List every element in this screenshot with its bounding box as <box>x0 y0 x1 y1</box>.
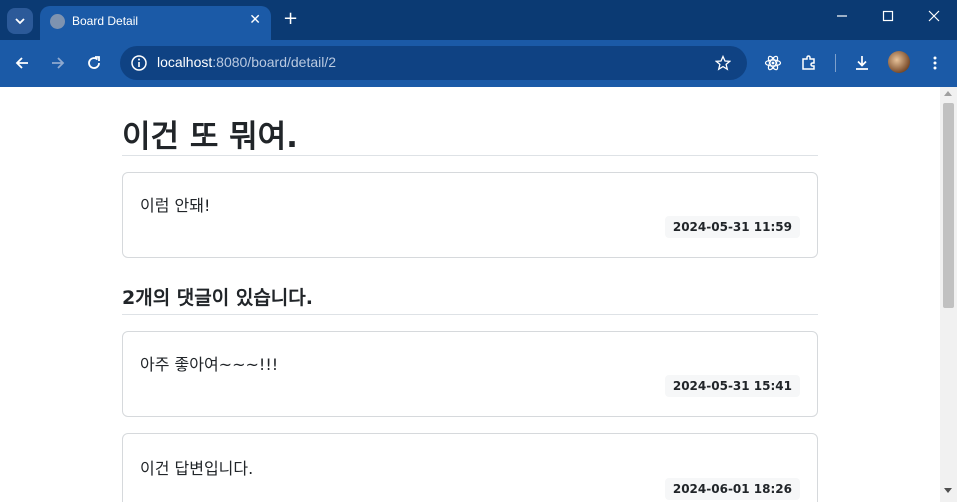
board-title: 이건 또 뭐여. <box>122 119 298 155</box>
arrow-right-icon <box>52 57 65 69</box>
window-close-button[interactable] <box>924 10 944 26</box>
react-devtools-button[interactable] <box>762 52 784 74</box>
tab-search-button[interactable] <box>7 8 33 34</box>
maximize-icon <box>882 10 894 22</box>
bookmark-button[interactable] <box>712 52 734 74</box>
comment-text: 이건 답변입니다. <box>140 459 254 478</box>
arrow-left-icon <box>15 57 28 69</box>
minimize-button[interactable] <box>832 10 852 26</box>
minimize-icon <box>837 15 847 17</box>
globe-icon <box>50 14 65 29</box>
scroll-down-arrow-icon[interactable] <box>944 488 952 493</box>
close-tab-icon[interactable]: ✕ <box>249 12 261 28</box>
back-button[interactable] <box>11 52 33 74</box>
react-icon <box>764 55 782 71</box>
new-tab-button[interactable]: + <box>283 10 298 28</box>
vertical-scrollbar[interactable] <box>940 87 957 502</box>
comments-count-heading: 2개의 댓글이 있습니다. <box>122 287 313 309</box>
tab-strip: Board Detail ✕ + <box>0 0 957 40</box>
comment-text: 아주 좋아여~~~!!! <box>140 355 279 374</box>
comment-card: 이건 답변입니다. 2024-06-01 18:26 <box>122 433 818 502</box>
forward-button[interactable] <box>47 52 69 74</box>
maximize-button[interactable] <box>878 10 898 26</box>
download-icon <box>856 56 868 70</box>
reload-icon <box>88 56 100 69</box>
extensions-button[interactable] <box>798 52 820 74</box>
more-vertical-icon <box>933 56 937 70</box>
comment-date-badge: 2024-05-31 15:41 <box>664 375 800 397</box>
reload-button[interactable] <box>83 52 105 74</box>
url-path: :8080/board/detail/2 <box>212 54 337 70</box>
comment-date-badge: 2024-06-01 18:26 <box>664 478 800 500</box>
browser-tab[interactable]: Board Detail ✕ <box>40 6 271 40</box>
browser-toolbar: localhost:8080/board/detail/2 <box>0 40 957 87</box>
board-date-badge: 2024-05-31 11:59 <box>664 216 800 238</box>
title-divider <box>122 155 818 156</box>
toolbar-separator <box>835 54 836 72</box>
address-bar[interactable]: localhost:8080/board/detail/2 <box>120 46 747 80</box>
chevron-down-icon <box>15 18 25 25</box>
comment-card: 아주 좋아여~~~!!! 2024-05-31 15:41 <box>122 331 818 417</box>
scroll-up-arrow-icon[interactable] <box>944 91 952 96</box>
comments-divider <box>122 314 818 315</box>
tab-title: Board Detail <box>72 14 139 28</box>
profile-avatar[interactable] <box>888 51 910 73</box>
close-icon <box>928 10 940 22</box>
menu-button[interactable] <box>924 52 946 74</box>
downloads-button[interactable] <box>851 52 873 74</box>
board-content-card: 이럼 안돼! 2024-05-31 11:59 <box>122 172 818 258</box>
url-host: localhost <box>157 54 213 70</box>
board-content: 이럼 안돼! <box>140 196 211 215</box>
scrollbar-thumb[interactable] <box>943 103 954 308</box>
page-viewport: 이건 또 뭐여. 이럼 안돼! 2024-05-31 11:59 2개의 댓글이… <box>0 87 940 502</box>
info-icon[interactable] <box>130 54 148 72</box>
puzzle-icon <box>802 55 815 70</box>
url-text[interactable]: localhost:8080/board/detail/2 <box>157 54 336 70</box>
star-icon <box>715 55 731 71</box>
